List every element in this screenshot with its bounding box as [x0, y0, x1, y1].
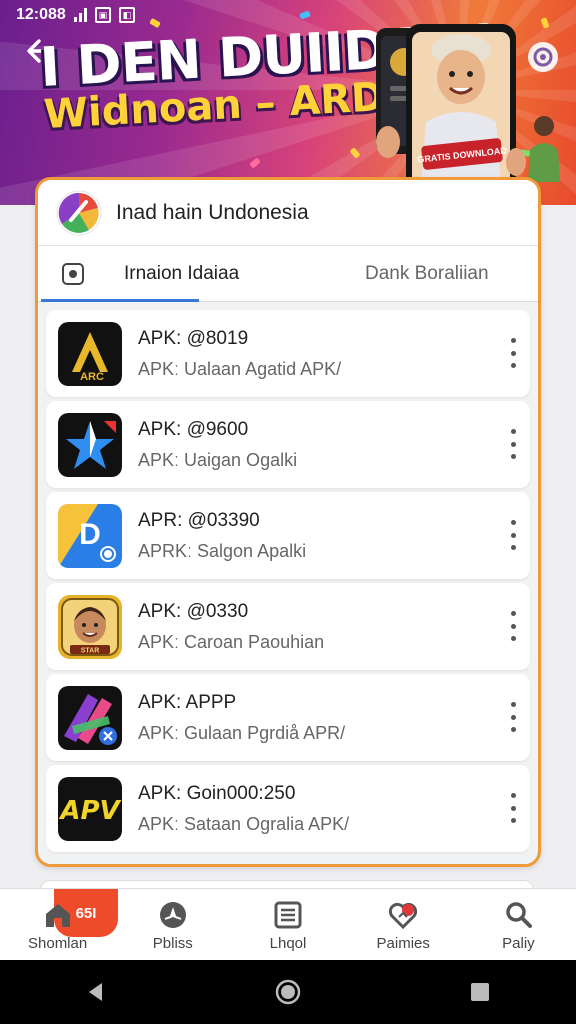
svg-text:STAR: STAR: [81, 647, 100, 654]
apv-app-icon: APV: [58, 776, 122, 841]
gold-a-app-icon: ARC: [58, 321, 122, 386]
app-title: APK: @8019: [138, 327, 249, 349]
app-title: APK: Goin000:250: [138, 782, 296, 804]
list-icon: [274, 901, 302, 929]
svg-text:D: D: [79, 518, 101, 551]
portrait-app-icon: STAR: [58, 594, 122, 659]
blue-star-app-icon: [58, 412, 122, 477]
search-icon: [506, 902, 533, 928]
home-icon: [45, 904, 70, 927]
more-options-icon[interactable]: [506, 793, 520, 823]
signal-icon: [73, 8, 87, 22]
camera-icon: [62, 262, 84, 285]
svg-text:APV: APV: [58, 796, 121, 826]
nav-label: Paimies: [376, 935, 430, 952]
media-icon: ◧: [118, 7, 135, 23]
explore-icon: [159, 902, 186, 928]
app-title: APK: @0330: [138, 600, 249, 622]
list-item[interactable]: APK: APPP APKː Gulaan Pgrdiå APR/: [46, 674, 530, 761]
app-title: APK: APPP: [138, 691, 237, 713]
yellow-d-app-icon: D: [58, 503, 122, 568]
nav-item-list[interactable]: Lhqol: [230, 889, 345, 960]
nav-item-explore[interactable]: Pbliss: [115, 889, 230, 960]
app-list: ARC APK: @8019 APKː Ualaan Agatid APK/ A…: [38, 302, 538, 852]
more-options-icon[interactable]: [506, 429, 520, 459]
nav-item-favorites[interactable]: Paimies: [346, 889, 461, 960]
status-bar: 12:088 ▣ ◧: [16, 4, 135, 26]
notification-icon: ▣: [94, 7, 111, 23]
app-title: APR: @03390: [138, 509, 260, 531]
nav-label: Lhqol: [269, 935, 307, 952]
more-options-icon[interactable]: [506, 702, 520, 732]
tab-bar: Irnaion Idaiaa Dank Boraliian: [38, 246, 538, 302]
more-options-icon[interactable]: [506, 520, 520, 550]
system-back-icon[interactable]: [76, 972, 116, 1012]
help-icon[interactable]: [528, 42, 558, 72]
list-item[interactable]: APV APK: Goin000:250 APKː Sataan Ogralia…: [46, 765, 530, 852]
card-header: Inad hain Undonesia: [38, 180, 538, 246]
app-subtitle: APRKː Salgon Apalki: [138, 540, 307, 561]
app-subtitle: APKː Ualaan Agatid APK/: [138, 358, 342, 379]
promo-banner[interactable]: 12:088 ▣ ◧ I DEN DUIIDAN! Widnoan – ARDS…: [0, 0, 576, 205]
more-options-icon[interactable]: [506, 338, 520, 368]
list-item[interactable]: D APR: @03390 APRKː Salgon Apalki: [46, 492, 530, 579]
card-title: Inad hain Undonesia: [116, 200, 309, 224]
svg-text:ARC: ARC: [80, 371, 104, 383]
app-title: APK: @9600: [138, 418, 249, 440]
nav-item-search[interactable]: Paliy: [461, 889, 576, 960]
app-subtitle: APKː Uaigan Ogalki: [138, 449, 298, 470]
status-time: 12:088: [16, 6, 66, 23]
bottom-navigation: 65I Shomlan Pbliss Lhqol Paimies Paliy: [0, 888, 576, 960]
more-options-icon[interactable]: [506, 611, 520, 641]
app-subtitle: APKː Gulaan Pgrdiå APR/: [138, 722, 346, 743]
system-recents-icon[interactable]: [460, 972, 500, 1012]
app-subtitle: APKː Caroan Paouhian: [138, 631, 325, 652]
list-item[interactable]: STAR APK: @0330 APKː Caroan Paouhian: [46, 583, 530, 670]
heart-icon: [389, 902, 418, 930]
nav-label: Paliy: [502, 935, 535, 952]
tab-label: Dank Boraliian: [365, 262, 489, 284]
list-item[interactable]: APK: @9600 APKː Uaigan Ogalki: [46, 401, 530, 488]
tab-download[interactable]: Dank Boraliian: [293, 246, 489, 301]
nav-item-home[interactable]: Shomlan: [0, 889, 115, 960]
nav-label: Pbliss: [152, 935, 193, 952]
nav-label: Shomlan: [28, 935, 88, 952]
tab-label: Irnaion Idaiaa: [124, 262, 240, 284]
system-navigation-bar: [0, 960, 576, 1024]
active-tab-indicator: [41, 299, 199, 302]
app-list-card: Inad hain Undonesia Irnaion Idaiaa Dank …: [35, 177, 541, 867]
app-subtitle: APKː Sataan Ogralia APK/: [138, 813, 350, 834]
list-item[interactable]: ARC APK: @8019 APKː Ualaan Agatid APK/: [46, 310, 530, 397]
system-home-icon[interactable]: [268, 972, 308, 1012]
colorful-v-app-icon: [58, 685, 122, 750]
tab-installed[interactable]: Irnaion Idaiaa: [38, 246, 293, 301]
app-logo-icon: [56, 190, 102, 235]
